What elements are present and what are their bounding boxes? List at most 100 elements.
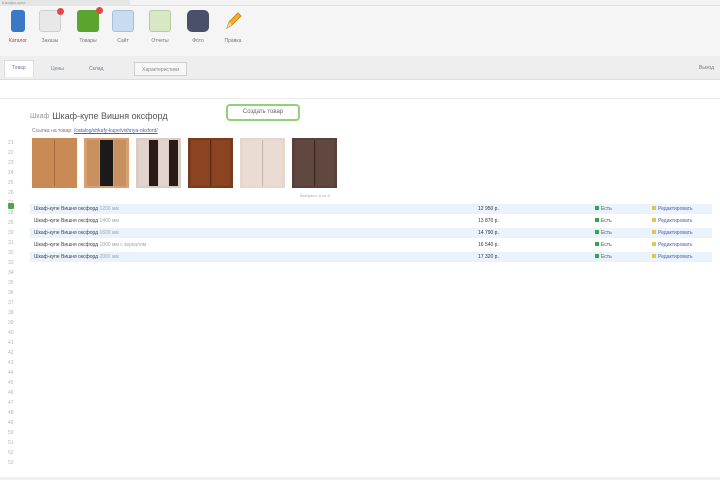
create-product-button[interactable]: Создать товар: [226, 104, 300, 121]
in-stock-icon: [595, 206, 599, 210]
thumbnail-wenge-black-glass[interactable]: [84, 138, 129, 188]
color-thumbnails: [32, 138, 340, 188]
thumbnail-bleached-oak[interactable]: [240, 138, 285, 188]
tab-stock[interactable]: Склад: [82, 62, 110, 76]
thumbnail-caption: Выбрано: 6 из 6: [300, 193, 330, 198]
site-icon: [112, 10, 134, 32]
line-number: 23: [8, 160, 14, 166]
edit-variant-link[interactable]: Редактировать: [652, 240, 693, 250]
line-number: 34: [8, 270, 14, 276]
toolbar-catalog-button[interactable]: Каталог: [0, 10, 36, 54]
tab-product[interactable]: Товар: [4, 60, 34, 77]
variant-desc: 2000 мм: [99, 254, 119, 260]
toolbar-orders-button[interactable]: Заказы: [32, 8, 68, 54]
variant-stock: Есть: [595, 240, 612, 250]
toolbar-site-button[interactable]: Сайт: [105, 10, 141, 54]
line-number: 29: [8, 220, 14, 226]
line-number: 37: [8, 300, 14, 306]
products-icon: [77, 7, 103, 32]
line-number: 39: [8, 320, 14, 326]
line-number: 52: [8, 450, 14, 456]
notification-badge: [96, 7, 103, 14]
line-number: 35: [8, 280, 14, 286]
edit-icon: [652, 206, 656, 210]
camera-icon: [187, 10, 209, 32]
edit-icon: [652, 254, 656, 258]
in-stock-icon: [595, 218, 599, 222]
thumbnail-walnut[interactable]: [188, 138, 233, 188]
variant-desc: 1200 мм: [99, 206, 119, 212]
variant-desc: 1600 мм: [99, 230, 119, 236]
tab-prices[interactable]: Цены: [44, 62, 71, 76]
catalog-icon: [11, 10, 25, 32]
line-number-gutter: 2122232425262728293031323334353637383940…: [0, 140, 22, 480]
line-number: 31: [8, 240, 14, 246]
notification-badge: [57, 8, 64, 15]
variant-desc: 1800 мм с зеркалом: [99, 242, 147, 248]
line-number: 44: [8, 370, 14, 376]
product-title-row: Шкаф Шкаф-купе Вишня оксфорд: [30, 108, 168, 124]
table-row[interactable]: Шкаф-купе Вишня оксфорд 2000 мм 17 320 р.…: [30, 252, 712, 262]
line-number: 47: [8, 400, 14, 406]
edit-variant-link[interactable]: Редактировать: [652, 216, 693, 226]
line-number: 46: [8, 390, 14, 396]
variant-stock: Есть: [595, 228, 612, 238]
table-row[interactable]: Шкаф-купе Вишня оксфорд 1200 мм 12 950 р.…: [30, 204, 712, 214]
toolbar-photo-button[interactable]: Фото: [180, 10, 216, 54]
variant-price: 12 950 р.: [478, 206, 499, 212]
tab-characteristics[interactable]: Характеристики: [134, 62, 188, 76]
logout-link[interactable]: Выход: [699, 65, 714, 71]
variant-stock: Есть: [595, 216, 612, 226]
toolbar-edit-button[interactable]: Правка: [215, 10, 251, 54]
table-row[interactable]: Шкаф-купе Вишня оксфорд 1400 мм 13 870 р.…: [30, 216, 712, 226]
line-number: 32: [8, 250, 14, 256]
line-number: 45: [8, 380, 14, 386]
line-number: 48: [8, 410, 14, 416]
thumbnail-cherry[interactable]: [32, 138, 77, 188]
line-number: 26: [8, 190, 14, 196]
line-number: 43: [8, 360, 14, 366]
variant-price: 13 870 р.: [478, 218, 499, 224]
product-link-row: Ссылка на товар: /catalog/shkafy-kupe/vi…: [32, 128, 158, 134]
table-row[interactable]: Шкаф-купе Вишня оксфорд 1600 мм 14 790 р.…: [30, 228, 712, 238]
line-number: 28: [8, 210, 14, 216]
edit-icon: [652, 218, 656, 222]
product-link[interactable]: /catalog/shkafy-kupe/vishnya-oksford/: [74, 128, 158, 134]
product-title-prefix: Шкаф: [30, 112, 50, 120]
line-number: 21: [8, 140, 14, 146]
line-number: 33: [8, 260, 14, 266]
orders-icon: [39, 8, 64, 32]
sub-toolbar: [0, 81, 720, 99]
line-number: 41: [8, 340, 14, 346]
select-all-checkbox[interactable]: [8, 203, 14, 209]
line-number: 25: [8, 180, 14, 186]
reports-icon: [149, 10, 171, 32]
edit-icon: [652, 230, 656, 234]
in-stock-icon: [595, 230, 599, 234]
line-number: 49: [8, 420, 14, 426]
in-stock-icon: [595, 254, 599, 258]
edit-variant-link[interactable]: Редактировать: [652, 252, 693, 262]
edit-variant-link[interactable]: Редактировать: [652, 228, 693, 238]
variant-desc: 1400 мм: [99, 218, 119, 224]
variant-stock: Есть: [595, 204, 612, 214]
toolbar-products-button[interactable]: Товары: [70, 7, 106, 54]
table-row[interactable]: Шкаф-купе Вишня оксфорд 1800 мм с зеркал…: [30, 240, 712, 250]
thumbnail-bleached-oak-wenge[interactable]: [136, 138, 181, 188]
variant-name: Шкаф-купе Вишня оксфорд 1600 мм: [34, 230, 119, 236]
line-number: 36: [8, 290, 14, 296]
pencil-icon: [222, 10, 244, 32]
toolbar-reports-button[interactable]: Отчеты: [142, 10, 178, 54]
variant-name: Шкаф-купе Вишня оксфорд 2000 мм: [34, 254, 119, 260]
line-number: 30: [8, 230, 14, 236]
edit-variant-link[interactable]: Редактировать: [652, 204, 693, 214]
thumbnail-wenge[interactable]: [292, 138, 337, 188]
line-number: 40: [8, 330, 14, 336]
variant-stock: Есть: [595, 252, 612, 262]
line-number: 50: [8, 430, 14, 436]
product-title: Шкаф-купе Вишня оксфорд: [52, 111, 168, 121]
in-stock-icon: [595, 242, 599, 246]
main-toolbar: Каталог Заказы Товары Сайт Отчеты Фото П…: [0, 6, 720, 56]
variant-name: Шкаф-купе Вишня оксфорд 1800 мм с зеркал…: [34, 242, 147, 248]
line-number: 53: [8, 460, 14, 466]
